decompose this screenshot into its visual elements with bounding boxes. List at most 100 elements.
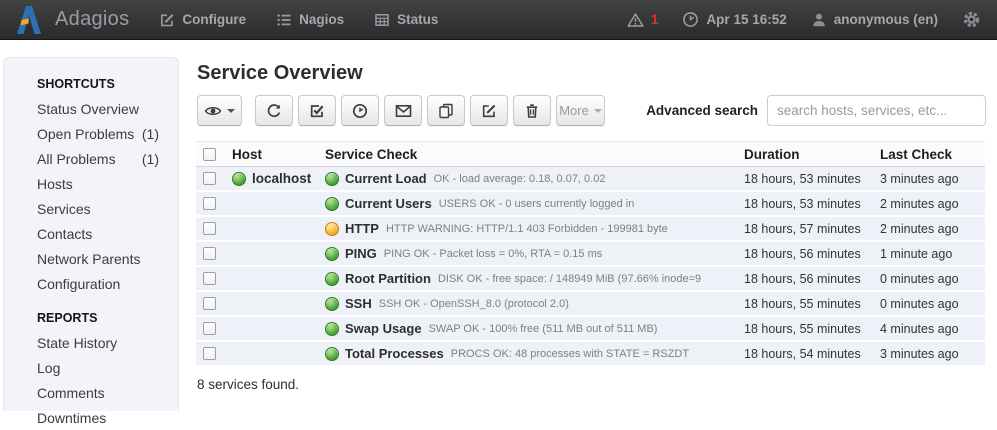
user-label: anonymous (en) — [834, 12, 938, 27]
clock-icon — [682, 11, 699, 28]
sidebar-item[interactable]: Log — [4, 355, 178, 380]
service-column-header[interactable]: Service Check — [325, 147, 744, 162]
row-checkbox[interactable] — [203, 322, 216, 335]
service-link[interactable]: Current Load — [345, 171, 427, 186]
sidebar-item-label: Open Problems — [37, 126, 134, 142]
eye-dropdown-button[interactable] — [197, 95, 242, 126]
host-column-header[interactable]: Host — [232, 147, 325, 162]
sidebar-item[interactable]: Downtimes — [4, 405, 178, 430]
search-input[interactable] — [767, 95, 986, 126]
nav-status[interactable]: Status — [374, 12, 438, 28]
sidebar-item-label: Hosts — [37, 176, 73, 192]
sidebar-item[interactable]: Contacts — [4, 221, 178, 246]
sidebar-item[interactable]: State History — [4, 330, 178, 355]
brand-title: Adagios — [55, 8, 129, 31]
sidebar-item-label: All Problems — [37, 151, 116, 167]
service-status-icon — [325, 272, 339, 286]
host-status-icon — [232, 172, 246, 186]
duration-cell: 18 hours, 53 minutes — [744, 197, 880, 211]
row-checkbox[interactable] — [203, 172, 216, 185]
last-check-cell: 1 minute ago — [880, 247, 985, 261]
top-navbar: Adagios Configure Nagios Status 1 — [0, 0, 997, 40]
nav-nagios[interactable]: Nagios — [276, 12, 344, 28]
clock-datetime[interactable]: Apr 15 16:52 — [682, 11, 786, 28]
sidebar-item[interactable]: Configuration — [4, 271, 178, 296]
sidebar-section-title: REPORTS — [4, 305, 178, 330]
clock-icon — [352, 103, 368, 119]
row-checkbox[interactable] — [203, 272, 216, 285]
service-status-text: DISK OK - free space: / 148949 MiB (97.6… — [438, 273, 701, 285]
gear-icon[interactable] — [962, 10, 981, 29]
sidebar-item[interactable]: Network Parents — [4, 246, 178, 271]
duration-column-header[interactable]: Duration — [744, 147, 880, 162]
alerts-count: 1 — [651, 12, 659, 27]
sidebar-item[interactable]: Open Problems (1) — [4, 121, 178, 146]
row-checkbox[interactable] — [203, 197, 216, 210]
service-status-text: PING OK - Packet loss = 0%, RTA = 0.15 m… — [384, 248, 602, 260]
table-row: PING PING OK - Packet loss = 0%, RTA = 0… — [196, 242, 985, 267]
edit-button[interactable] — [470, 95, 508, 126]
row-checkbox[interactable] — [203, 297, 216, 310]
sidebar-item[interactable]: Services — [4, 196, 178, 221]
mail-button[interactable] — [384, 95, 422, 126]
trash-button[interactable] — [513, 95, 551, 126]
table-header-row: Host Service Check Duration Last Check — [196, 141, 985, 167]
copy-button[interactable] — [427, 95, 465, 126]
service-link[interactable]: Total Processes — [345, 346, 444, 361]
host-link[interactable]: localhost — [252, 171, 311, 186]
sidebar-item[interactable]: All Problems (1) — [4, 146, 178, 171]
envelope-icon — [395, 104, 412, 118]
service-status-text: PROCS OK: 48 processes with STATE = RSZD… — [451, 348, 689, 360]
service-status-text: SSH OK - OpenSSH_8.0 (protocol 2.0) — [379, 298, 569, 310]
acknowledge-check-button[interactable] — [298, 95, 336, 126]
more-button[interactable]: More — [556, 95, 605, 126]
service-status-icon — [325, 197, 339, 211]
edit-pencil-icon — [481, 103, 497, 119]
service-link[interactable]: HTTP — [345, 221, 379, 236]
alerts-indicator[interactable]: 1 — [627, 12, 659, 28]
service-status-text: SWAP OK - 100% free (511 MB out of 511 M… — [429, 323, 658, 335]
last-check-cell: 0 minutes ago — [880, 297, 985, 311]
sidebar-item[interactable]: Hosts — [4, 171, 178, 196]
schedule-clock-button[interactable] — [341, 95, 379, 126]
service-status-icon — [325, 247, 339, 261]
eye-icon — [204, 104, 222, 118]
warning-triangle-icon — [627, 12, 644, 28]
service-status-icon — [325, 222, 339, 236]
service-link[interactable]: SSH — [345, 296, 372, 311]
user-menu[interactable]: anonymous (en) — [811, 12, 938, 28]
navbar-right: 1 Apr 15 16:52 anonymous (en) — [627, 10, 981, 29]
duration-cell: 18 hours, 53 minutes — [744, 172, 880, 186]
last-check-column-header[interactable]: Last Check — [880, 147, 985, 162]
service-status-icon — [325, 347, 339, 361]
sidebar-item-label: Comments — [37, 385, 105, 401]
nav-configure[interactable]: Configure — [159, 12, 246, 28]
duration-cell: 18 hours, 57 minutes — [744, 222, 880, 236]
service-link[interactable]: Swap Usage — [345, 321, 422, 336]
service-status-text: USERS OK - 0 users currently logged in — [439, 198, 635, 210]
service-status-icon — [325, 322, 339, 336]
sidebar-item[interactable]: Status Overview — [4, 96, 178, 121]
sidebar-item[interactable]: Comments — [4, 380, 178, 405]
service-link[interactable]: Current Users — [345, 196, 432, 211]
sidebar-item-label: Status Overview — [37, 101, 139, 117]
sidebar-item-count: (1) — [142, 126, 159, 142]
user-icon — [811, 12, 827, 28]
row-checkbox[interactable] — [203, 222, 216, 235]
row-checkbox[interactable] — [203, 247, 216, 260]
check-square-icon — [309, 103, 325, 119]
adagios-brand[interactable]: Adagios — [16, 5, 129, 35]
last-check-cell: 0 minutes ago — [880, 272, 985, 286]
row-checkbox[interactable] — [203, 347, 216, 360]
edit-square-icon — [159, 12, 175, 28]
service-status-icon — [325, 172, 339, 186]
service-link[interactable]: PING — [345, 246, 377, 261]
last-check-cell: 2 minutes ago — [880, 222, 985, 236]
last-check-cell: 2 minutes ago — [880, 197, 985, 211]
select-all-checkbox[interactable] — [203, 148, 216, 161]
more-button-label: More — [559, 103, 589, 118]
last-check-cell: 3 minutes ago — [880, 347, 985, 361]
page-title: Service Overview — [197, 62, 363, 85]
service-link[interactable]: Root Partition — [345, 271, 431, 286]
refresh-button[interactable] — [255, 95, 293, 126]
